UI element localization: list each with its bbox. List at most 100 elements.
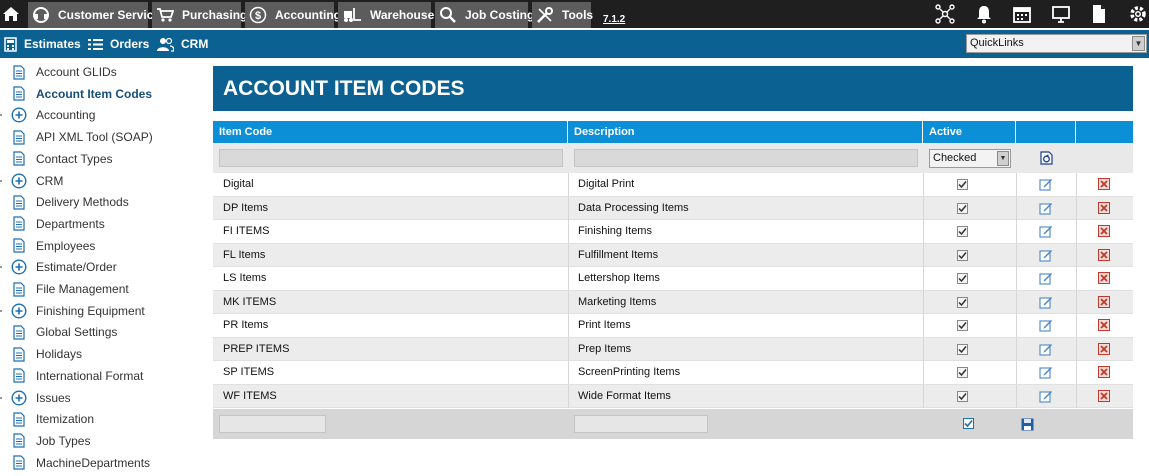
delete-icon[interactable] [1097,318,1111,332]
delete-icon[interactable] [1097,177,1111,191]
item-code-cell: PR Items [223,319,269,331]
table-row: WF ITEMS Wide Format Items [213,384,1133,408]
network-icon[interactable] [934,3,956,25]
edit-icon[interactable] [1039,201,1053,215]
sidebar-item[interactable]: Delivery Methods [0,192,200,212]
table-row: LS Items Lettershop Items [213,267,1133,291]
active-checkbox[interactable] [957,320,968,331]
sidebar-item[interactable]: Itemization [0,409,200,429]
description-cell: Prep Items [578,342,632,355]
edit-icon[interactable] [1039,295,1053,309]
module-purchasing[interactable]: Purchasing [152,2,247,28]
new-item-code-input[interactable] [219,415,326,433]
column-divider [1076,267,1077,290]
sidebar-item[interactable]: File Management [0,279,200,299]
active-checkbox[interactable] [957,249,968,261]
delete-icon[interactable] [1097,248,1111,262]
home-icon[interactable] [0,0,22,28]
edit-icon[interactable] [1039,389,1053,403]
sidebar-item[interactable]: Issues [0,388,200,408]
active-filter-select[interactable]: Checked ▼ [929,149,1011,168]
delete-icon[interactable] [1097,342,1111,356]
active-checkbox[interactable] [957,296,968,308]
description-filter-input[interactable] [574,149,918,167]
description-cell: Lettershop Items [578,272,660,284]
subnav-estimates[interactable]: Estimates [4,30,81,58]
active-checkbox[interactable] [957,343,968,355]
sidebar-item-label: Holidays [36,347,83,362]
delete-icon[interactable] [1097,365,1111,379]
sidebar-item[interactable]: Account GLIDs [0,62,200,82]
module-job-costing[interactable]: Job Costing [435,2,534,28]
active-checkbox[interactable] [957,273,968,284]
delete-icon[interactable] [1097,224,1111,238]
sidebar-item[interactable]: API XML Tool (SOAP) [0,127,200,147]
sidebar-item[interactable]: Job Types [0,431,200,451]
delete-icon[interactable] [1097,389,1111,403]
column-header-active[interactable]: Active [923,121,1016,143]
column-divider [1016,173,1017,196]
document-icon [11,64,27,80]
sidebar-item[interactable]: Finishing Equipment [0,301,200,321]
new-description-input[interactable] [574,415,708,433]
document-icon [11,281,27,297]
subnav-crm[interactable]: CRM [157,30,208,58]
module-accounting[interactable]: $ Accounting [245,2,341,28]
document-icon [11,411,27,427]
column-divider [923,314,924,337]
table-row: DP Items Data Processing Items [213,196,1133,220]
delete-icon[interactable] [1097,201,1111,215]
sidebar-item[interactable]: Employees [0,236,200,256]
edit-icon[interactable] [1039,248,1053,262]
module-customer-service[interactable]: Customer Service [28,2,160,28]
document-icon [11,129,27,145]
item-code-cell: MK ITEMS [223,295,277,308]
module-label: Warehouse [370,8,435,22]
document-icon[interactable] [1088,3,1110,25]
quicklinks-select[interactable]: QuickLinks ▼ [966,34,1147,53]
version-link[interactable]: 7.1.2 [603,14,625,25]
sidebar-item[interactable]: Account Item Codes [0,84,200,104]
module-tools[interactable]: Tools [532,2,593,28]
module-warehouse[interactable]: Warehouse [338,2,435,28]
edit-icon[interactable] [1039,271,1053,285]
item-code-filter-input[interactable] [219,149,563,167]
column-divider [1016,220,1017,243]
edit-icon[interactable] [1039,318,1053,332]
delete-icon[interactable] [1097,271,1111,285]
sidebar-item[interactable]: International Format [0,366,200,386]
sidebar-item[interactable]: Contact Types [0,149,200,169]
edit-icon[interactable] [1039,177,1053,191]
column-divider [923,243,924,267]
bell-icon[interactable] [973,3,995,25]
column-divider [923,290,924,314]
sidebar-item[interactable]: MachineDepartments [0,453,200,473]
delete-icon[interactable] [1097,295,1111,309]
active-checkbox[interactable] [957,202,968,214]
active-checkbox[interactable] [957,179,968,190]
edit-icon[interactable] [1039,224,1053,238]
column-header-delete [1076,121,1133,143]
column-header-item-code[interactable]: Item Code [213,121,568,143]
expand-plus-icon [11,259,27,275]
sidebar-item[interactable]: Accounting [0,105,200,125]
sidebar-item[interactable]: Estimate/Order [0,257,200,277]
active-checkbox[interactable] [957,390,968,402]
gear-icon[interactable] [1127,3,1149,25]
edit-icon[interactable] [1039,342,1053,356]
monitor-icon[interactable] [1050,3,1072,25]
sidebar-item-label: Accounting [36,108,96,123]
column-header-description[interactable]: Description [568,121,923,143]
sidebar-item[interactable]: Holidays [0,344,200,364]
sidebar-item[interactable]: CRM [0,171,200,191]
sidebar-item[interactable]: Global Settings [0,322,200,342]
calendar-icon[interactable] [1011,3,1033,25]
clear-filter-icon[interactable] [1039,151,1053,165]
active-checkbox[interactable] [957,367,968,378]
subnav-orders[interactable]: Orders [88,30,149,58]
active-checkbox[interactable] [957,226,968,237]
new-active-checkbox[interactable] [963,418,974,429]
sidebar-item[interactable]: Departments [0,214,200,234]
save-icon[interactable] [1020,417,1034,431]
edit-icon[interactable] [1039,365,1053,379]
